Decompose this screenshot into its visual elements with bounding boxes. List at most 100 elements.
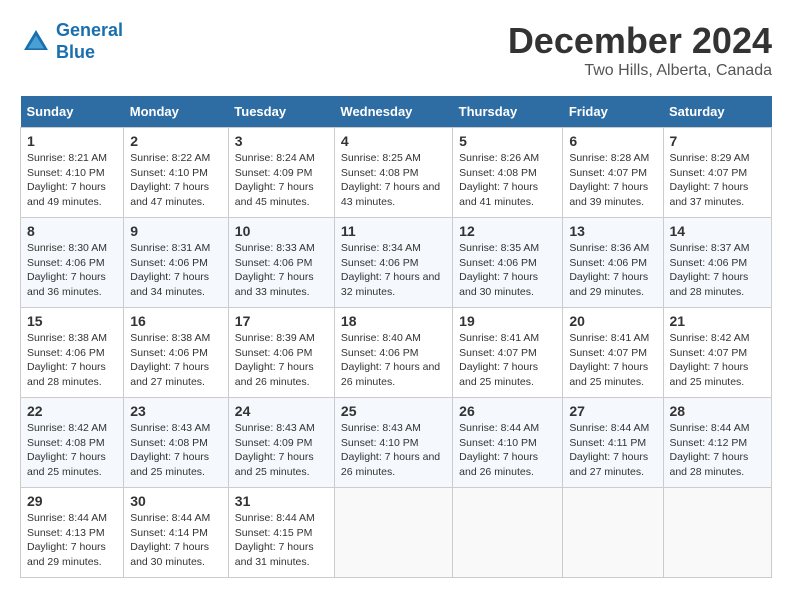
day-number: 29 (27, 493, 117, 509)
calendar-cell: 3 Sunrise: 8:24 AMSunset: 4:09 PMDaylight… (228, 128, 334, 218)
logo-text: General Blue (56, 20, 123, 63)
day-number: 31 (235, 493, 328, 509)
calendar-week-row: 29 Sunrise: 8:44 AMSunset: 4:13 PMDayligh… (21, 488, 772, 578)
day-number: 30 (130, 493, 222, 509)
day-info: Sunrise: 8:34 AMSunset: 4:06 PMDaylight:… (341, 241, 446, 300)
day-info: Sunrise: 8:44 AMSunset: 4:13 PMDaylight:… (27, 511, 117, 570)
day-info: Sunrise: 8:44 AMSunset: 4:10 PMDaylight:… (459, 421, 556, 480)
day-number: 19 (459, 313, 556, 329)
day-number: 26 (459, 403, 556, 419)
calendar-week-row: 22 Sunrise: 8:42 AMSunset: 4:08 PMDayligh… (21, 398, 772, 488)
day-info: Sunrise: 8:29 AMSunset: 4:07 PMDaylight:… (670, 151, 766, 210)
day-info: Sunrise: 8:26 AMSunset: 4:08 PMDaylight:… (459, 151, 556, 210)
logo: General Blue (20, 20, 123, 63)
day-number: 5 (459, 133, 556, 149)
day-number: 13 (569, 223, 656, 239)
calendar-cell: 31 Sunrise: 8:44 AMSunset: 4:15 PMDayligh… (228, 488, 334, 578)
day-number: 3 (235, 133, 328, 149)
day-number: 4 (341, 133, 446, 149)
day-number: 1 (27, 133, 117, 149)
day-number: 22 (27, 403, 117, 419)
calendar-cell: 19 Sunrise: 8:41 AMSunset: 4:07 PMDayligh… (453, 308, 563, 398)
calendar-week-row: 8Sunrise: 8:30 AMSunset: 4:06 PMDaylight… (21, 218, 772, 308)
day-info: Sunrise: 8:44 AMSunset: 4:15 PMDaylight:… (235, 511, 328, 570)
calendar-cell: 14 Sunrise: 8:37 AMSunset: 4:06 PMDayligh… (663, 218, 772, 308)
calendar-cell: 29 Sunrise: 8:44 AMSunset: 4:13 PMDayligh… (21, 488, 124, 578)
day-number: 18 (341, 313, 446, 329)
calendar-cell: 20Sunrise: 8:41 AMSunset: 4:07 PMDayligh… (563, 308, 663, 398)
day-info: Sunrise: 8:22 AMSunset: 4:10 PMDaylight:… (130, 151, 222, 210)
day-info: Sunrise: 8:31 AMSunset: 4:06 PMDaylight:… (130, 241, 222, 300)
day-info: Sunrise: 8:44 AMSunset: 4:14 PMDaylight:… (130, 511, 222, 570)
day-header-thursday: Thursday (453, 96, 563, 128)
day-info: Sunrise: 8:42 AMSunset: 4:08 PMDaylight:… (27, 421, 117, 480)
day-number: 11 (341, 223, 446, 239)
day-number: 20 (569, 313, 656, 329)
calendar-cell: 23 Sunrise: 8:43 AMSunset: 4:08 PMDayligh… (124, 398, 229, 488)
day-info: Sunrise: 8:24 AMSunset: 4:09 PMDaylight:… (235, 151, 328, 210)
day-number: 16 (130, 313, 222, 329)
day-info: Sunrise: 8:37 AMSunset: 4:06 PMDaylight:… (670, 241, 766, 300)
calendar-table: SundayMondayTuesdayWednesdayThursdayFrid… (20, 96, 772, 578)
day-number: 24 (235, 403, 328, 419)
day-number: 23 (130, 403, 222, 419)
title-area: December 2024 Two Hills, Alberta, Canada (508, 20, 772, 80)
calendar-cell: 8Sunrise: 8:30 AMSunset: 4:06 PMDaylight… (21, 218, 124, 308)
calendar-cell: 1 Sunrise: 8:21 AMSunset: 4:10 PMDaylight… (21, 128, 124, 218)
day-header-tuesday: Tuesday (228, 96, 334, 128)
calendar-cell: 9Sunrise: 8:31 AMSunset: 4:06 PMDaylight… (124, 218, 229, 308)
calendar-week-row: 15Sunrise: 8:38 AMSunset: 4:06 PMDayligh… (21, 308, 772, 398)
day-info: Sunrise: 8:44 AMSunset: 4:11 PMDaylight:… (569, 421, 656, 480)
calendar-cell: 6 Sunrise: 8:28 AMSunset: 4:07 PMDaylight… (563, 128, 663, 218)
calendar-cell (453, 488, 563, 578)
calendar-header-row: SundayMondayTuesdayWednesdayThursdayFrid… (21, 96, 772, 128)
calendar-cell: 12Sunrise: 8:35 AMSunset: 4:06 PMDayligh… (453, 218, 563, 308)
day-header-friday: Friday (563, 96, 663, 128)
calendar-cell: 25Sunrise: 8:43 AMSunset: 4:10 PMDayligh… (334, 398, 452, 488)
calendar-cell (663, 488, 772, 578)
day-info: Sunrise: 8:43 AMSunset: 4:08 PMDaylight:… (130, 421, 222, 480)
calendar-cell: 17Sunrise: 8:39 AMSunset: 4:06 PMDayligh… (228, 308, 334, 398)
day-number: 17 (235, 313, 328, 329)
calendar-body: 1 Sunrise: 8:21 AMSunset: 4:10 PMDaylight… (21, 128, 772, 578)
day-number: 14 (670, 223, 766, 239)
day-number: 7 (670, 133, 766, 149)
day-number: 10 (235, 223, 328, 239)
day-info: Sunrise: 8:21 AMSunset: 4:10 PMDaylight:… (27, 151, 117, 210)
day-info: Sunrise: 8:41 AMSunset: 4:07 PMDaylight:… (459, 331, 556, 390)
calendar-cell: 18 Sunrise: 8:40 AMSunset: 4:06 PMDayligh… (334, 308, 452, 398)
calendar-cell (563, 488, 663, 578)
day-header-monday: Monday (124, 96, 229, 128)
day-number: 6 (569, 133, 656, 149)
location-title: Two Hills, Alberta, Canada (508, 62, 772, 80)
calendar-cell: 2 Sunrise: 8:22 AMSunset: 4:10 PMDaylight… (124, 128, 229, 218)
day-info: Sunrise: 8:42 AMSunset: 4:07 PMDaylight:… (670, 331, 766, 390)
day-info: Sunrise: 8:33 AMSunset: 4:06 PMDaylight:… (235, 241, 328, 300)
calendar-cell: 15Sunrise: 8:38 AMSunset: 4:06 PMDayligh… (21, 308, 124, 398)
day-number: 27 (569, 403, 656, 419)
day-info: Sunrise: 8:28 AMSunset: 4:07 PMDaylight:… (569, 151, 656, 210)
day-info: Sunrise: 8:35 AMSunset: 4:06 PMDaylight:… (459, 241, 556, 300)
calendar-cell: 28Sunrise: 8:44 AMSunset: 4:12 PMDayligh… (663, 398, 772, 488)
calendar-cell: 13Sunrise: 8:36 AMSunset: 4:06 PMDayligh… (563, 218, 663, 308)
day-number: 21 (670, 313, 766, 329)
day-header-wednesday: Wednesday (334, 96, 452, 128)
calendar-cell: 21 Sunrise: 8:42 AMSunset: 4:07 PMDayligh… (663, 308, 772, 398)
logo-line1: General (56, 20, 123, 40)
calendar-cell: 11 Sunrise: 8:34 AMSunset: 4:06 PMDayligh… (334, 218, 452, 308)
day-number: 28 (670, 403, 766, 419)
day-info: Sunrise: 8:43 AMSunset: 4:09 PMDaylight:… (235, 421, 328, 480)
calendar-cell: 5 Sunrise: 8:26 AMSunset: 4:08 PMDaylight… (453, 128, 563, 218)
day-number: 2 (130, 133, 222, 149)
calendar-cell: 7 Sunrise: 8:29 AMSunset: 4:07 PMDaylight… (663, 128, 772, 218)
day-info: Sunrise: 8:40 AMSunset: 4:06 PMDaylight:… (341, 331, 446, 390)
logo-icon (20, 26, 52, 58)
header: General Blue December 2024 Two Hills, Al… (20, 20, 772, 80)
calendar-cell: 16Sunrise: 8:38 AMSunset: 4:06 PMDayligh… (124, 308, 229, 398)
day-header-sunday: Sunday (21, 96, 124, 128)
month-title: December 2024 (508, 20, 772, 62)
calendar-week-row: 1 Sunrise: 8:21 AMSunset: 4:10 PMDaylight… (21, 128, 772, 218)
day-info: Sunrise: 8:25 AMSunset: 4:08 PMDaylight:… (341, 151, 446, 210)
day-number: 15 (27, 313, 117, 329)
calendar-cell: 22 Sunrise: 8:42 AMSunset: 4:08 PMDayligh… (21, 398, 124, 488)
